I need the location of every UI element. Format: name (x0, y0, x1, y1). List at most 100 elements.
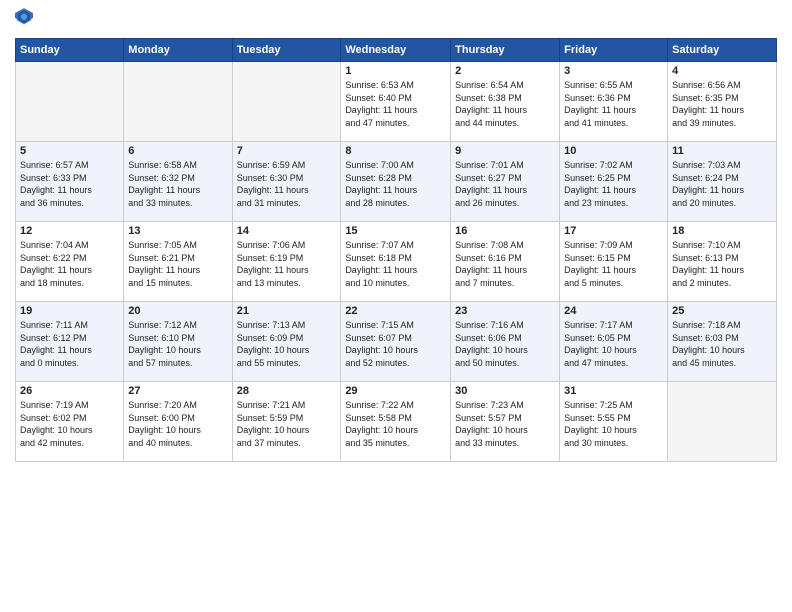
calendar-cell: 6 Sunrise: 6:58 AM Sunset: 6:32 PM Daylig… (124, 142, 232, 222)
weekday-header-row: SundayMondayTuesdayWednesdayThursdayFrid… (16, 39, 777, 62)
day-info: Sunrise: 7:10 AM Sunset: 6:13 PM Dayligh… (672, 239, 772, 289)
weekday-header-tuesday: Tuesday (232, 39, 341, 62)
header (15, 10, 777, 30)
calendar-cell: 30Sunrise: 7:23 AM Sunset: 5:57 PM Dayli… (451, 382, 560, 462)
weekday-header-thursday: Thursday (451, 39, 560, 62)
calendar-cell: 10 Sunrise: 7:02 AM Sunset: 6:25 PM Dayli… (560, 142, 668, 222)
page: SundayMondayTuesdayWednesdayThursdayFrid… (0, 0, 792, 612)
weekday-header-wednesday: Wednesday (341, 39, 451, 62)
day-info: Sunrise: 7:05 AM Sunset: 6:21 PM Dayligh… (128, 239, 227, 289)
calendar-cell: 16 Sunrise: 7:08 AM Sunset: 6:16 PM Dayli… (451, 222, 560, 302)
calendar-cell (16, 62, 124, 142)
calendar-cell: 7 Sunrise: 6:59 AM Sunset: 6:30 PM Daylig… (232, 142, 341, 222)
calendar-cell: 11 Sunrise: 7:03 AM Sunset: 6:24 PM Dayli… (668, 142, 777, 222)
day-info: Sunrise: 7:25 AM Sunset: 5:55 PM Dayligh… (564, 399, 663, 449)
day-info: Sunrise: 7:06 AM Sunset: 6:19 PM Dayligh… (237, 239, 337, 289)
calendar-cell: 24Sunrise: 7:17 AM Sunset: 6:05 PM Dayli… (560, 302, 668, 382)
day-number: 18 (672, 225, 772, 237)
day-number: 3 (564, 65, 663, 77)
day-info: Sunrise: 7:12 AM Sunset: 6:10 PM Dayligh… (128, 319, 227, 369)
week-row-5: 26Sunrise: 7:19 AM Sunset: 6:02 PM Dayli… (16, 382, 777, 462)
day-info: Sunrise: 7:19 AM Sunset: 6:02 PM Dayligh… (20, 399, 119, 449)
day-number: 30 (455, 385, 555, 397)
calendar-cell: 26Sunrise: 7:19 AM Sunset: 6:02 PM Dayli… (16, 382, 124, 462)
weekday-header-saturday: Saturday (668, 39, 777, 62)
day-number: 21 (237, 305, 337, 317)
calendar-cell: 14 Sunrise: 7:06 AM Sunset: 6:19 PM Dayli… (232, 222, 341, 302)
day-info: Sunrise: 7:00 AM Sunset: 6:28 PM Dayligh… (345, 159, 446, 209)
calendar-cell: 27Sunrise: 7:20 AM Sunset: 6:00 PM Dayli… (124, 382, 232, 462)
day-number: 19 (20, 305, 119, 317)
calendar-cell: 20 Sunrise: 7:12 AM Sunset: 6:10 PM Dayli… (124, 302, 232, 382)
day-number: 7 (237, 145, 337, 157)
day-info: Sunrise: 7:15 AM Sunset: 6:07 PM Dayligh… (345, 319, 446, 369)
day-number: 16 (455, 225, 555, 237)
calendar-cell: 19 Sunrise: 7:11 AM Sunset: 6:12 PM Dayli… (16, 302, 124, 382)
calendar-cell: 9 Sunrise: 7:01 AM Sunset: 6:27 PM Daylig… (451, 142, 560, 222)
day-number: 2 (455, 65, 555, 77)
weekday-header-friday: Friday (560, 39, 668, 62)
day-number: 17 (564, 225, 663, 237)
day-info: Sunrise: 7:07 AM Sunset: 6:18 PM Dayligh… (345, 239, 446, 289)
day-number: 10 (564, 145, 663, 157)
calendar-cell: 5 Sunrise: 6:57 AM Sunset: 6:33 PM Daylig… (16, 142, 124, 222)
calendar-cell: 2 Sunrise: 6:54 AM Sunset: 6:38 PM Daylig… (451, 62, 560, 142)
day-number: 31 (564, 385, 663, 397)
day-number: 6 (128, 145, 227, 157)
day-info: Sunrise: 7:04 AM Sunset: 6:22 PM Dayligh… (20, 239, 119, 289)
day-number: 11 (672, 145, 772, 157)
day-number: 15 (345, 225, 446, 237)
calendar: SundayMondayTuesdayWednesdayThursdayFrid… (15, 38, 777, 462)
day-number: 25 (672, 305, 772, 317)
week-row-2: 5 Sunrise: 6:57 AM Sunset: 6:33 PM Daylig… (16, 142, 777, 222)
calendar-cell: 22 Sunrise: 7:15 AM Sunset: 6:07 PM Dayli… (341, 302, 451, 382)
calendar-cell: 15 Sunrise: 7:07 AM Sunset: 6:18 PM Dayli… (341, 222, 451, 302)
day-number: 13 (128, 225, 227, 237)
calendar-cell: 25 Sunrise: 7:18 AM Sunset: 6:03 PM Dayli… (668, 302, 777, 382)
calendar-cell (668, 382, 777, 462)
logo-icon (15, 8, 33, 28)
day-number: 1 (345, 65, 446, 77)
day-info: Sunrise: 7:08 AM Sunset: 6:16 PM Dayligh… (455, 239, 555, 289)
day-info: Sunrise: 6:59 AM Sunset: 6:30 PM Dayligh… (237, 159, 337, 209)
day-number: 9 (455, 145, 555, 157)
day-info: Sunrise: 7:22 AM Sunset: 5:58 PM Dayligh… (345, 399, 446, 449)
day-number: 20 (128, 305, 227, 317)
day-info: Sunrise: 6:53 AM Sunset: 6:40 PM Dayligh… (345, 79, 446, 129)
week-row-1: 1 Sunrise: 6:53 AM Sunset: 6:40 PM Daylig… (16, 62, 777, 142)
calendar-cell: 18 Sunrise: 7:10 AM Sunset: 6:13 PM Dayli… (668, 222, 777, 302)
day-info: Sunrise: 6:58 AM Sunset: 6:32 PM Dayligh… (128, 159, 227, 209)
day-info: Sunrise: 6:56 AM Sunset: 6:35 PM Dayligh… (672, 79, 772, 129)
calendar-cell: 21 Sunrise: 7:13 AM Sunset: 6:09 PM Dayli… (232, 302, 341, 382)
day-info: Sunrise: 7:03 AM Sunset: 6:24 PM Dayligh… (672, 159, 772, 209)
day-info: Sunrise: 7:17 AM Sunset: 6:05 PM Dayligh… (564, 319, 663, 369)
day-info: Sunrise: 7:09 AM Sunset: 6:15 PM Dayligh… (564, 239, 663, 289)
day-info: Sunrise: 7:18 AM Sunset: 6:03 PM Dayligh… (672, 319, 772, 369)
calendar-cell: 28Sunrise: 7:21 AM Sunset: 5:59 PM Dayli… (232, 382, 341, 462)
calendar-cell: 13 Sunrise: 7:05 AM Sunset: 6:21 PM Dayli… (124, 222, 232, 302)
calendar-cell: 3Sunrise: 6:55 AM Sunset: 6:36 PM Daylig… (560, 62, 668, 142)
calendar-cell: 29Sunrise: 7:22 AM Sunset: 5:58 PM Dayli… (341, 382, 451, 462)
weekday-header-sunday: Sunday (16, 39, 124, 62)
day-info: Sunrise: 6:57 AM Sunset: 6:33 PM Dayligh… (20, 159, 119, 209)
day-info: Sunrise: 7:11 AM Sunset: 6:12 PM Dayligh… (20, 319, 119, 369)
day-number: 27 (128, 385, 227, 397)
day-number: 22 (345, 305, 446, 317)
day-number: 14 (237, 225, 337, 237)
day-number: 5 (20, 145, 119, 157)
calendar-cell: 8 Sunrise: 7:00 AM Sunset: 6:28 PM Daylig… (341, 142, 451, 222)
day-info: Sunrise: 7:01 AM Sunset: 6:27 PM Dayligh… (455, 159, 555, 209)
day-info: Sunrise: 6:54 AM Sunset: 6:38 PM Dayligh… (455, 79, 555, 129)
day-info: Sunrise: 7:13 AM Sunset: 6:09 PM Dayligh… (237, 319, 337, 369)
day-info: Sunrise: 7:21 AM Sunset: 5:59 PM Dayligh… (237, 399, 337, 449)
day-info: Sunrise: 7:16 AM Sunset: 6:06 PM Dayligh… (455, 319, 555, 369)
week-row-4: 19 Sunrise: 7:11 AM Sunset: 6:12 PM Dayli… (16, 302, 777, 382)
calendar-cell: 23Sunrise: 7:16 AM Sunset: 6:06 PM Dayli… (451, 302, 560, 382)
day-info: Sunrise: 7:02 AM Sunset: 6:25 PM Dayligh… (564, 159, 663, 209)
week-row-3: 12Sunrise: 7:04 AM Sunset: 6:22 PM Dayli… (16, 222, 777, 302)
day-number: 8 (345, 145, 446, 157)
calendar-cell: 12Sunrise: 7:04 AM Sunset: 6:22 PM Dayli… (16, 222, 124, 302)
calendar-cell (124, 62, 232, 142)
logo (15, 10, 37, 30)
weekday-header-monday: Monday (124, 39, 232, 62)
